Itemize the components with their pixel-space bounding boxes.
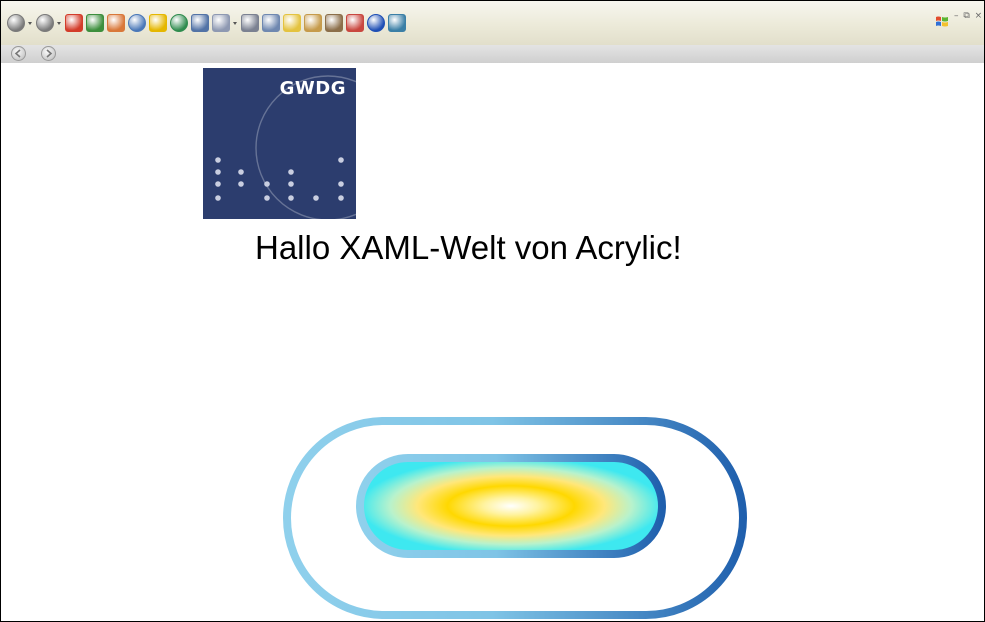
inner-pill: [356, 454, 666, 558]
messenger-icon[interactable]: [325, 14, 343, 32]
pdf-icon[interactable]: [346, 14, 364, 32]
mini-forward-icon[interactable]: [41, 46, 56, 61]
navigation-bar: [1, 45, 984, 63]
favorites-star-icon[interactable]: [149, 14, 167, 32]
windows-logo-icon: [936, 16, 948, 27]
view-icon[interactable]: [191, 14, 209, 32]
toolbar-icons: [7, 12, 406, 34]
toolbar: – ⧉ ×: [1, 1, 984, 46]
notes-icon[interactable]: [283, 14, 301, 32]
connect-icon[interactable]: [388, 14, 406, 32]
stop-icon[interactable]: [65, 14, 83, 32]
refresh-icon[interactable]: [86, 14, 104, 32]
logo-text: GWDG: [279, 78, 346, 99]
edit-icon[interactable]: [262, 14, 280, 32]
mail-dropdown-icon[interactable]: [233, 14, 238, 32]
mail-icon[interactable]: [212, 14, 230, 32]
window-controls[interactable]: – ⧉ ×: [954, 11, 983, 21]
home-icon[interactable]: [107, 14, 125, 32]
print-icon[interactable]: [241, 14, 259, 32]
search-icon[interactable]: [128, 14, 146, 32]
gwdg-logo: GWDG: [203, 68, 356, 219]
back-icon[interactable]: [7, 14, 25, 32]
browser-window: – ⧉ × GWDG Hallo XAML-Welt von Acrylic!: [0, 0, 985, 622]
hello-heading: Hallo XAML-Welt von Acrylic!: [255, 229, 682, 266]
forward-icon[interactable]: [36, 14, 54, 32]
acrylic-pill-graphic: [283, 417, 747, 619]
bluetooth-icon[interactable]: [367, 14, 385, 32]
back-dropdown-icon[interactable]: [28, 14, 33, 32]
history-icon[interactable]: [170, 14, 188, 32]
forward-dropdown-icon[interactable]: [57, 14, 62, 32]
mini-back-icon[interactable]: [11, 46, 26, 61]
research-icon[interactable]: [304, 14, 322, 32]
